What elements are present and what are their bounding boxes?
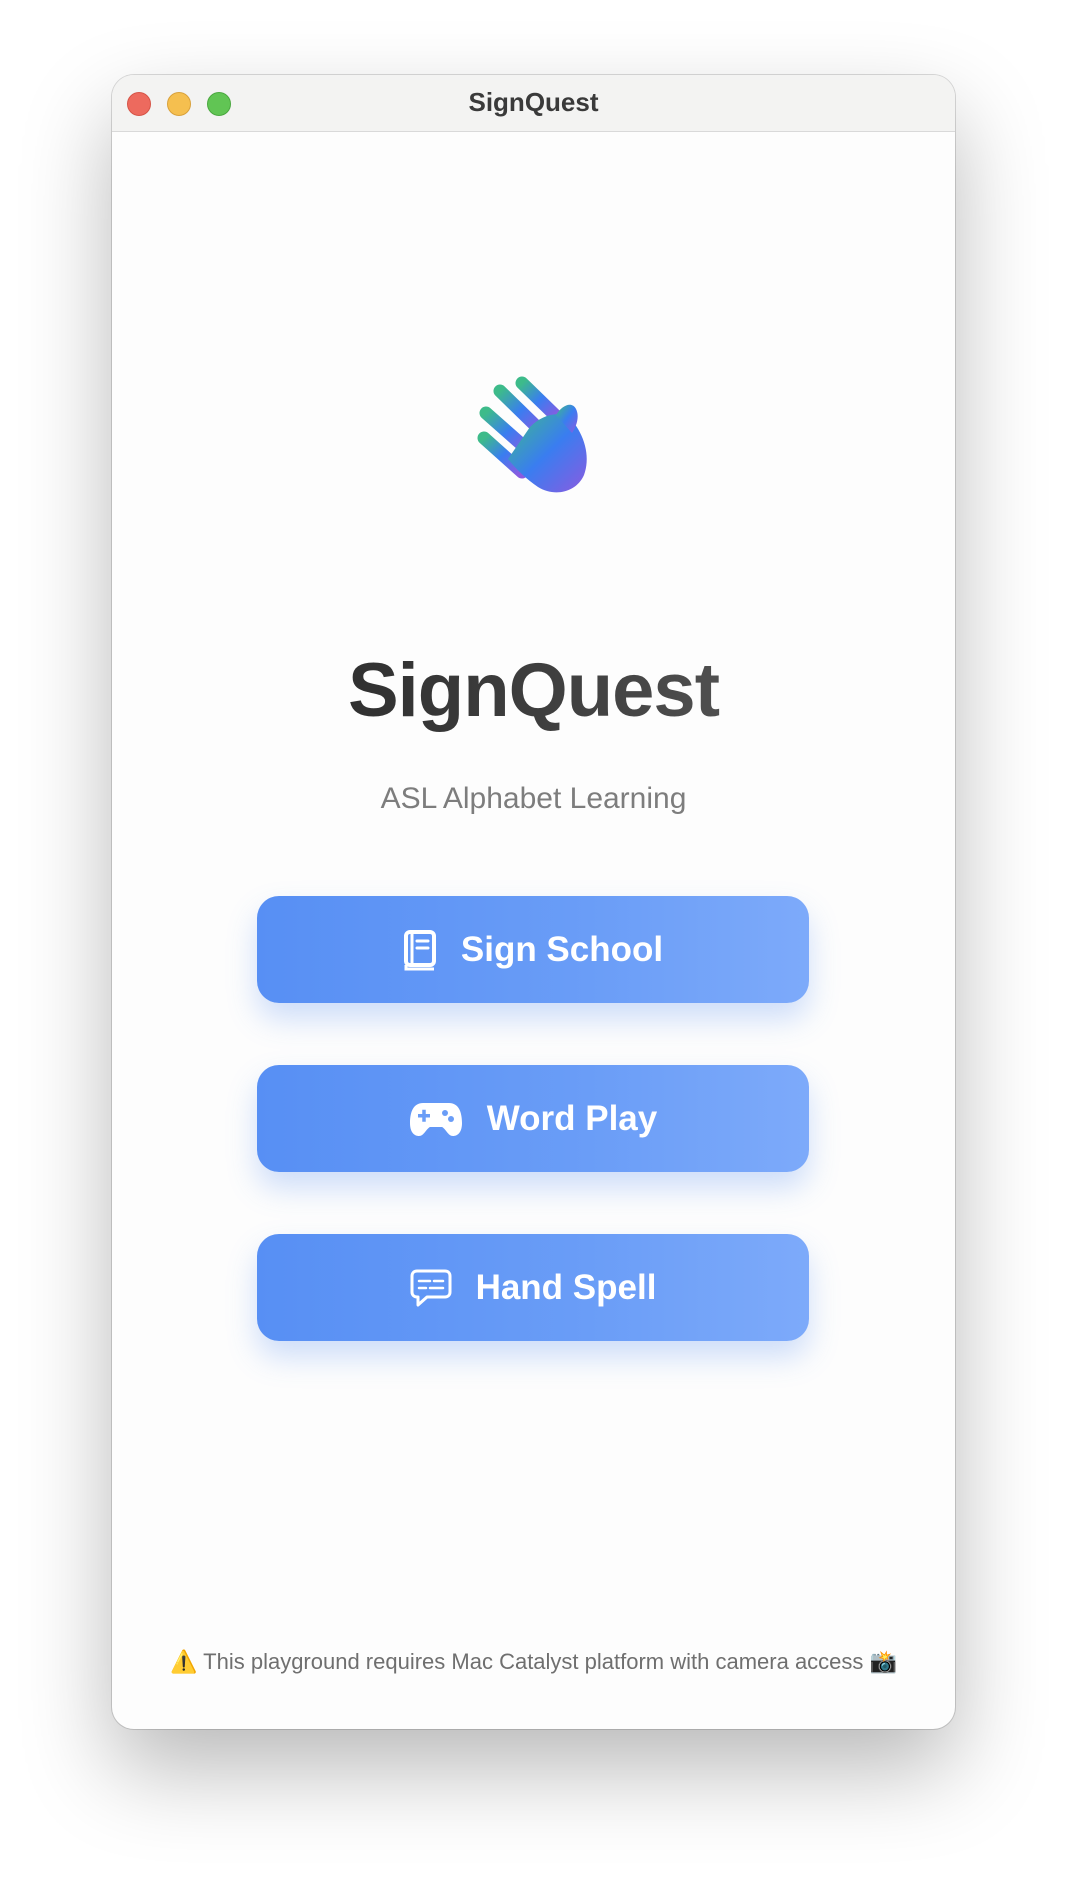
window-title: SignQuest (468, 87, 599, 117)
hand-spell-label: Hand Spell (475, 1267, 657, 1307)
book-icon (403, 929, 436, 970)
warning-icon: ⚠️ (170, 1649, 198, 1674)
waving-hand-icon (477, 376, 587, 493)
app-window: SignQuest SignQuest ASL Alphabet Learnin… (112, 75, 955, 1729)
sign-school-button[interactable]: Sign School (257, 896, 809, 1003)
title-bar[interactable]: SignQuest (112, 75, 955, 132)
app-subtitle: ASL Alphabet Learning (380, 782, 687, 815)
speech-bubble-icon (410, 1269, 452, 1306)
footer-text: This playground requires Mac Catalyst pl… (203, 1649, 864, 1674)
word-play-label: Word Play (486, 1098, 658, 1138)
hand-spell-button[interactable]: Hand Spell (257, 1234, 809, 1341)
word-play-button[interactable]: Word Play (257, 1065, 809, 1172)
app-title: SignQuest (112, 647, 955, 734)
camera-icon: 📸 (869, 1649, 897, 1674)
footer-notice: ⚠️ This playground requires Mac Catalyst… (112, 1649, 955, 1675)
sign-school-label: Sign School (460, 929, 664, 969)
gamepad-icon (409, 1102, 462, 1136)
